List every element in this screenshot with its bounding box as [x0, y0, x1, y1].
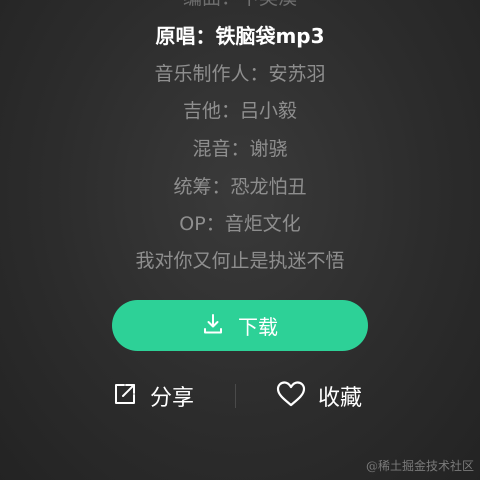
action-bar: 分享 收藏	[0, 370, 480, 422]
credit-mix: 混音：谢骁	[192, 138, 288, 160]
credit-original-singer: 原唱：铁脑袋mp3	[155, 24, 325, 48]
credit-op: OP：音炬文化	[179, 213, 301, 235]
share-button[interactable]: 分享	[112, 370, 194, 422]
share-icon	[112, 381, 138, 411]
credit-coordinator: 统筹：恐龙怕丑	[173, 176, 307, 198]
credit-producer: 音乐制作人：安苏羽	[154, 63, 326, 85]
credit-arranger: 编曲：卞英漠	[0, 0, 480, 10]
favorite-label: 收藏	[318, 386, 363, 411]
credit-guitar: 吉他：吕小毅	[182, 100, 297, 122]
download-label: 下载	[238, 315, 278, 339]
watermark: @稀土掘金技术社区	[365, 459, 474, 473]
share-label: 分享	[150, 386, 195, 411]
heart-icon	[276, 380, 306, 412]
download-button[interactable]: 下载	[112, 300, 368, 351]
lyric-line: 我对你又何止是执迷不悟	[135, 250, 345, 272]
download-icon	[202, 313, 224, 339]
favorite-button[interactable]: 收藏	[276, 370, 362, 422]
action-divider	[235, 384, 236, 408]
